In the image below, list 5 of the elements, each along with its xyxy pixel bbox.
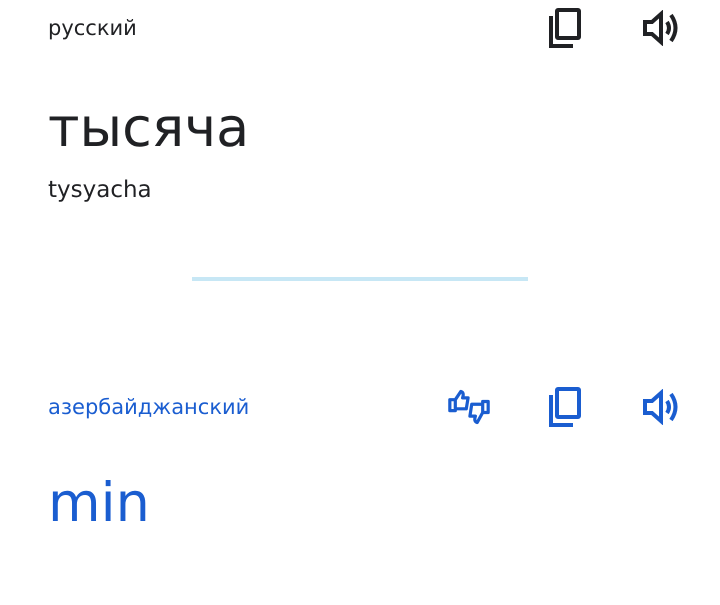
translation-text: min (48, 470, 151, 536)
source-language[interactable]: русский (48, 16, 490, 40)
target-language[interactable]: азербайджанский (48, 394, 394, 419)
source-text: тысяча (48, 96, 250, 161)
transliteration: tysyacha (48, 176, 153, 203)
